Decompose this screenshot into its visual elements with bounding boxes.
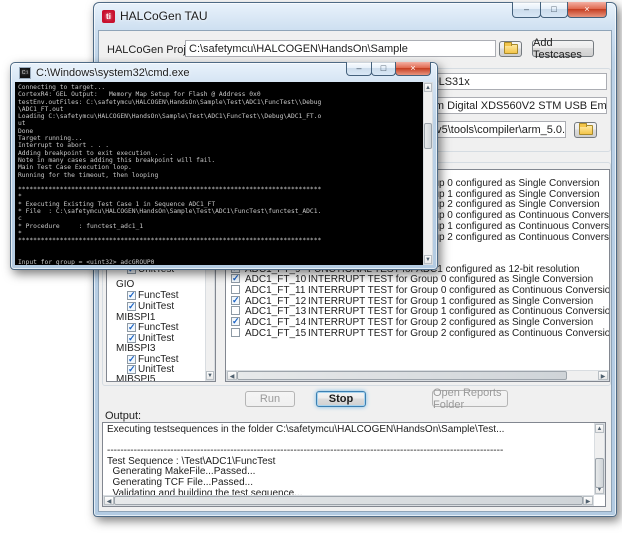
testcase-row-adc1_ft_11[interactable]: ADC1_FT_11 INTERRUPT TEST for Group 0 con… <box>226 285 609 296</box>
checkbox[interactable] <box>231 285 240 294</box>
list-hscroll-thumb[interactable] <box>237 371 567 380</box>
compiler-browse-button[interactable] <box>574 122 597 138</box>
tree-item-label: UnitTest <box>138 301 175 312</box>
console-text: Connecting to target... CortexR4: GEL Ou… <box>18 84 322 265</box>
cmd-caption-buttons: – □ × <box>346 62 431 76</box>
output-vscroll-thumb[interactable] <box>595 458 604 488</box>
tree-item-unittest[interactable]: UnitTest <box>107 301 205 312</box>
cmd-icon: C:\ <box>19 66 31 79</box>
checkbox[interactable] <box>127 290 136 301</box>
testcase-name: ADC1_FT_10 <box>245 274 307 286</box>
output-label: Output: <box>105 410 142 422</box>
ti-logo-icon: ti <box>102 9 115 23</box>
tree-item-label: FuncTest <box>138 290 179 301</box>
checkbox[interactable] <box>127 333 136 344</box>
scroll-down-icon[interactable]: ▼ <box>206 371 214 380</box>
tree-item-label: GIO <box>116 279 135 290</box>
checkbox[interactable] <box>231 306 240 316</box>
main-window-title: HALCoGen TAU <box>120 9 208 23</box>
cmd-window: C:\ C:\Windows\system32\cmd.exe – □ × Co… <box>10 62 438 270</box>
open-reports-folder-button[interactable]: Open Reports Folder <box>432 387 508 411</box>
testcase-row-adc1_ft_13[interactable]: ADC1_FT_13 INTERRUPT TEST for Group 1 con… <box>226 306 609 317</box>
checkbox[interactable] <box>127 301 136 312</box>
folder-open-icon <box>578 123 593 135</box>
tree-item-functest[interactable]: FuncTest <box>107 290 205 301</box>
checkbox[interactable] <box>231 316 240 327</box>
testcase-row-adc1_ft_14[interactable]: ADC1_FT_14INTERRUPT TEST for Group 2 con… <box>226 316 609 329</box>
checkbox[interactable] <box>127 322 136 333</box>
tree-item-mibspi5[interactable]: MIBSPI5 <box>107 374 205 382</box>
scroll-left-icon[interactable]: ◀ <box>227 371 237 380</box>
minimize-icon: – <box>356 63 362 73</box>
scroll-left-icon[interactable]: ◀ <box>104 496 114 505</box>
maximize-button[interactable]: □ <box>540 2 568 18</box>
tree-item-label: FuncTest <box>138 322 179 333</box>
project-browse-button[interactable] <box>499 41 522 57</box>
testcase-description: INTERRUPT TEST for Group 1 configured as… <box>308 295 594 307</box>
testcase-name: ADC1_FT_14 <box>245 317 307 329</box>
project-path-input[interactable] <box>185 40 496 57</box>
maximize-icon: □ <box>380 63 387 73</box>
tree-item-functest[interactable]: FuncTest <box>107 322 205 333</box>
testcase-name: ADC1_FT_13 <box>245 306 307 318</box>
tree-item-mibspi3[interactable]: MIBSPI3 <box>107 343 205 354</box>
close-button[interactable]: × <box>395 62 431 76</box>
testcase-description: INTERRUPT TEST for Group 2 configured as… <box>308 327 610 339</box>
run-button[interactable]: Run <box>245 391 295 407</box>
list-hscrollbar[interactable]: ◀ ▶ <box>226 370 609 381</box>
console-area[interactable]: Connecting to target... CortexR4: GEL Ou… <box>15 82 433 265</box>
scroll-up-icon[interactable]: ▲ <box>424 83 432 92</box>
close-button[interactable]: × <box>567 2 607 18</box>
testcase-row-adc1_ft_12[interactable]: ADC1_FT_12INTERRUPT TEST for Group 1 con… <box>226 295 609 307</box>
minimize-icon: – <box>523 4 529 14</box>
scroll-up-icon[interactable]: ▲ <box>595 424 604 433</box>
output-vscrollbar[interactable]: ▲ ▼ <box>594 423 605 495</box>
testcase-description: INTERRUPT TEST for Group 0 configured as… <box>308 285 610 296</box>
minimize-button[interactable]: – <box>346 62 372 76</box>
checkbox[interactable] <box>231 327 240 337</box>
testcase-row-adc1_ft_10[interactable]: ADC1_FT_10INTERRUPT TEST for Group 0 con… <box>226 273 609 286</box>
console-vscroll-thumb[interactable] <box>424 123 432 149</box>
testcase-name: ADC1_FT_11 <box>245 285 306 296</box>
output-hscroll-thumb[interactable] <box>114 496 583 505</box>
close-icon: × <box>410 63 416 73</box>
main-caption-buttons: – □ × <box>512 2 607 18</box>
checkbox[interactable] <box>127 364 136 375</box>
scroll-right-icon[interactable]: ▶ <box>583 496 593 505</box>
tree-item-gio[interactable]: GIO <box>107 279 205 290</box>
checkbox[interactable] <box>231 295 240 306</box>
maximize-button[interactable]: □ <box>371 62 396 76</box>
testcase-row-adc1_ft_15[interactable]: ADC1_FT_15 INTERRUPT TEST for Group 2 con… <box>226 327 610 339</box>
maximize-icon: □ <box>551 4 557 14</box>
output-box[interactable]: Executing testsequences in the folder C:… <box>102 422 606 507</box>
tree-item-label: MIBSPI5 <box>116 374 156 382</box>
checkbox[interactable] <box>231 273 240 284</box>
cmd-window-title: C:\Windows\system32\cmd.exe <box>36 66 190 79</box>
testcase-description: INTERRUPT TEST for Group 2 configured as… <box>308 317 594 329</box>
close-icon: × <box>584 4 590 14</box>
folder-open-icon <box>503 42 518 54</box>
tree-item-label: MIBSPI3 <box>116 343 156 354</box>
testcase-name: ADC1_FT_12 <box>245 295 307 307</box>
add-testcases-button[interactable]: Add Testcases <box>532 37 594 61</box>
testcase-description: INTERRUPT TEST for Group 1 configured as… <box>308 306 610 318</box>
scroll-right-icon[interactable]: ▶ <box>598 371 608 380</box>
scroll-down-icon[interactable]: ▼ <box>424 255 432 264</box>
testcase-description: INTERRUPT TEST for Group 0 configured as… <box>308 274 594 286</box>
console-vscrollbar[interactable]: ▲ ▼ <box>423 82 433 265</box>
stop-button[interactable]: Stop <box>316 391 366 407</box>
checkbox[interactable] <box>127 354 136 365</box>
output-hscrollbar[interactable]: ◀ ▶ <box>103 495 594 506</box>
minimize-button[interactable]: – <box>512 2 541 18</box>
testcase-name: ADC1_FT_15 <box>245 327 307 339</box>
